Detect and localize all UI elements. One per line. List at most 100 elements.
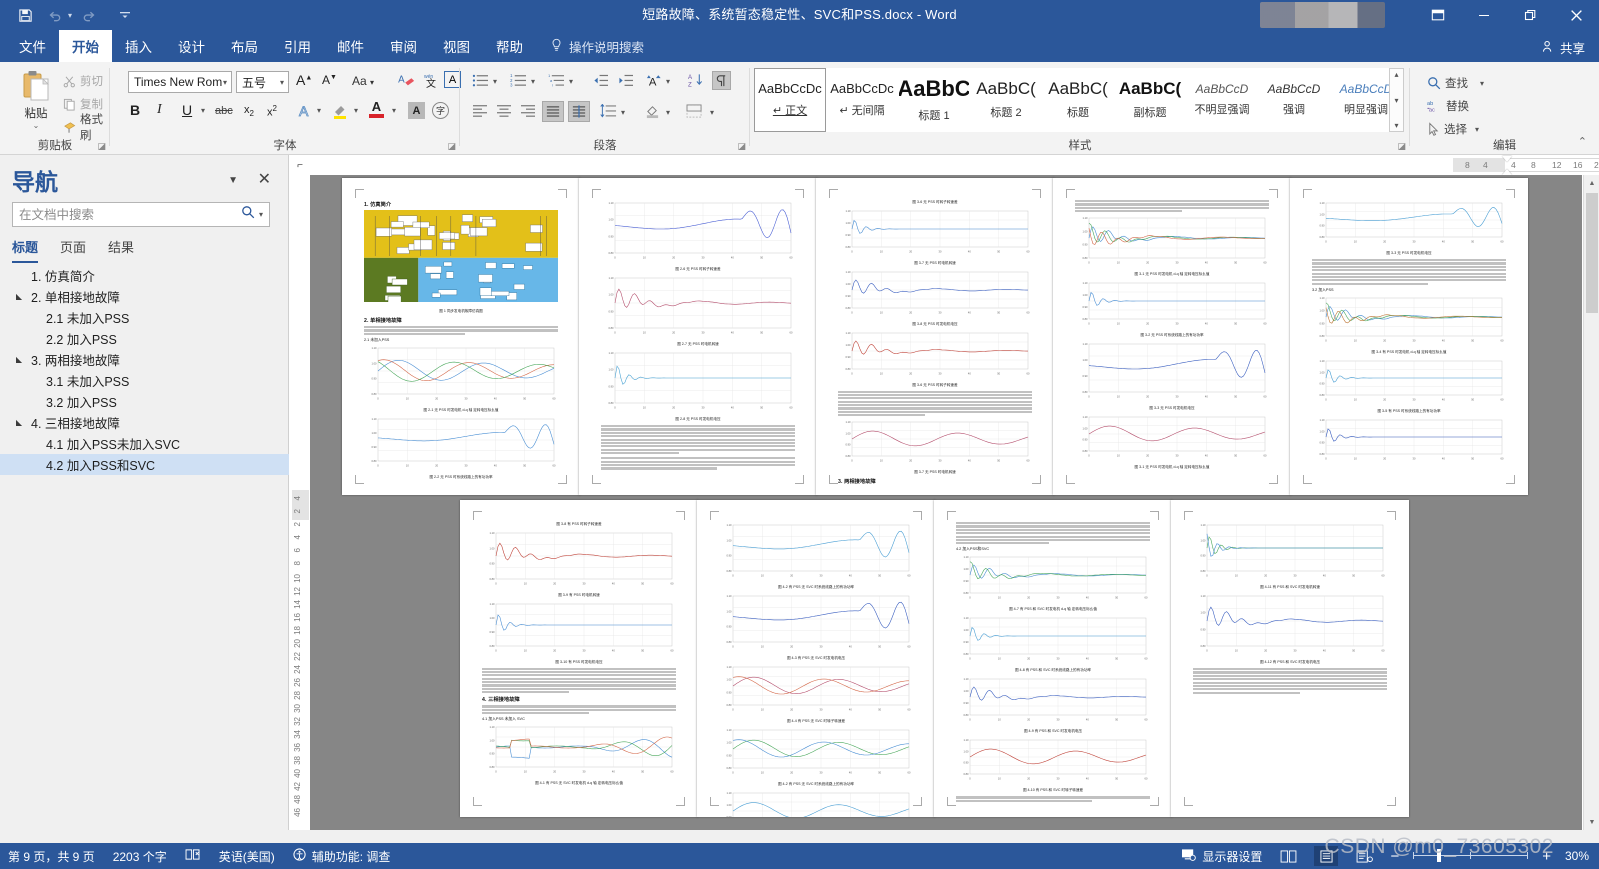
underline-button[interactable]: U <box>182 102 192 118</box>
document-page[interactable]: 4.2 加入PSS和SVC 0 10 20 30 40 50 60 1.10 1.00 0.90 0.… <box>934 500 1172 817</box>
text-effects-dropdown-icon[interactable]: ▾ <box>317 106 321 115</box>
font-color-button[interactable]: A <box>369 100 384 118</box>
phonetic-guide-button[interactable]: wén 文 <box>423 72 439 93</box>
proofing-errors-icon[interactable] <box>185 848 201 864</box>
restore-icon[interactable] <box>1507 0 1553 30</box>
select-dropdown-icon[interactable]: ▾ <box>1475 125 1479 134</box>
align-left-button[interactable] <box>472 104 488 123</box>
clipboard-dialog-launcher[interactable]: ◪ <box>97 141 106 152</box>
replace-button[interactable]: ab ac 替换 <box>1424 95 1472 117</box>
underline-dropdown-icon[interactable]: ▾ <box>201 106 205 115</box>
style-item-5[interactable]: AaBbC(副标题 <box>1114 68 1186 132</box>
search-icon[interactable] <box>237 205 259 224</box>
close-icon[interactable] <box>1553 0 1599 30</box>
line-spacing-dropdown-icon[interactable]: ▾ <box>621 108 625 117</box>
paste-dropdown-icon[interactable]: ⌄ <box>10 121 62 130</box>
paragraph-dialog-launcher[interactable]: ◪ <box>737 141 746 152</box>
nav-heading-item[interactable]: ◢ 2. 单相接地故障 <box>0 286 289 307</box>
style-scroll-up-icon[interactable]: ▴ <box>1394 70 1398 79</box>
enclose-characters-button[interactable]: 字 <box>432 102 449 119</box>
expand-collapse-triangle-icon[interactable]: ◢ <box>14 292 24 301</box>
italic-button[interactable]: I <box>157 102 162 118</box>
tell-me-search[interactable]: 操作说明搜索 <box>550 30 644 62</box>
chevron-down-icon[interactable]: ▾ <box>280 78 284 87</box>
minimize-icon[interactable] <box>1461 0 1507 30</box>
document-canvas[interactable]: 1. 仿真简介图 1 同步发电机故障仿真图 2. 单相接地故障 2.1 未加入PSS… <box>310 175 1582 830</box>
font-name-combo[interactable]: Times New Rom ▾ <box>128 71 232 93</box>
collapse-ribbon-button[interactable]: ⌃ <box>1578 135 1587 148</box>
tab-home[interactable]: 开始 <box>59 30 112 62</box>
grow-font-button[interactable]: A▲ <box>296 72 312 88</box>
font-color-dropdown-icon[interactable]: ▾ <box>392 106 396 115</box>
style-item-1[interactable]: AaBbCcDc ↵ 无间隔 <box>826 68 898 132</box>
document-page[interactable]: 0 10 20 30 40 50 60 1.10 1.00 0.90 0.80 图 4-11 有 PS… <box>1171 500 1409 817</box>
tab-layout[interactable]: 布局 <box>218 30 271 62</box>
read-mode-view-button[interactable] <box>1276 846 1300 866</box>
nav-tab-pages[interactable]: 页面 <box>60 237 86 263</box>
share-button[interactable]: 共享 <box>1542 38 1585 57</box>
language-status[interactable]: 英语(美国) <box>219 848 275 865</box>
document-page[interactable]: 图 3-6 无 PSS 时转子转速差 0 10 20 30 40 50 60 1.10 1.00 0… <box>816 178 1054 495</box>
subscript-button[interactable]: x2 <box>244 104 254 118</box>
align-center-button[interactable] <box>496 104 512 123</box>
search-input[interactable] <box>13 207 237 222</box>
horizontal-ruler[interactable]: ⌐ 84481216202428323642 <box>289 156 1599 175</box>
nav-heading-item[interactable]: ◢ 3. 两相接地故障 <box>0 349 289 370</box>
nav-heading-item[interactable]: 3.2 加入PSS <box>0 391 289 412</box>
search-options-chevron-icon[interactable]: ▾ <box>259 210 269 219</box>
strikethrough-button[interactable]: abc <box>215 105 233 117</box>
style-item-7[interactable]: AaBbCcD 强调 <box>1258 68 1330 132</box>
document-page[interactable]: 0 10 20 30 40 50 60 1.10 1.00 0.90 0.80 图 3-3 无 PSS… <box>1290 178 1528 495</box>
find-dropdown-icon[interactable]: ▾ <box>1480 79 1484 88</box>
navigation-close-icon[interactable]: ✕ <box>258 169 271 189</box>
expand-collapse-triangle-icon[interactable]: ◢ <box>14 355 24 364</box>
page-number-status[interactable]: 第 9 页，共 9 页 <box>8 848 95 865</box>
navigation-search-box[interactable]: ▾ <box>12 202 270 227</box>
cut-button[interactable]: 剪切 <box>60 70 106 92</box>
nav-heading-item[interactable]: 1. 仿真简介 <box>0 265 289 286</box>
nav-heading-item[interactable]: 2.2 加入PSS <box>0 328 289 349</box>
nav-tab-headings[interactable]: 标题 <box>12 237 39 263</box>
tab-review[interactable]: 审阅 <box>377 30 430 62</box>
tab-file[interactable]: 文件 <box>6 30 59 62</box>
ribbon-display-options-icon[interactable] <box>1415 0 1461 30</box>
sort-asian-button[interactable]: A <box>646 72 663 93</box>
character-shading-button[interactable]: A <box>408 102 425 119</box>
nav-heading-item[interactable]: 4.1 加入PSS未加入SVC <box>0 433 289 454</box>
change-case-button[interactable]: Aa ▾ <box>352 74 374 88</box>
bullets-dropdown-icon[interactable]: ▾ <box>493 77 497 86</box>
style-item-0[interactable]: AaBbCcDc ↵ 正文 <box>754 68 826 132</box>
vertical-scrollbar[interactable]: ▲ ▼ <box>1583 175 1599 830</box>
nav-heading-item[interactable]: 4.2 加入PSS和SVC <box>0 454 289 475</box>
multilevel-dropdown-icon[interactable]: ▾ <box>569 77 573 86</box>
bold-button[interactable]: B <box>130 102 140 118</box>
tab-insert[interactable]: 插入 <box>112 30 165 62</box>
multilevel-list-button[interactable]: 1ai <box>548 73 565 93</box>
increase-indent-button[interactable] <box>617 73 634 93</box>
text-highlight-button[interactable] <box>332 102 350 125</box>
document-page[interactable]: 图 3-8 有 PSS 时转子转速差 0 10 20 30 40 50 60 1.10 1.00 0… <box>460 500 698 817</box>
decrease-indent-button[interactable] <box>592 73 609 93</box>
line-spacing-button[interactable] <box>600 103 617 123</box>
show-formatting-marks-button[interactable] <box>712 71 731 90</box>
display-settings-button[interactable]: 显示器设置 <box>1181 848 1262 865</box>
font-size-combo[interactable]: 五号 ▾ <box>236 71 289 93</box>
expand-collapse-triangle-icon[interactable]: ◢ <box>14 418 24 427</box>
nav-heading-item[interactable]: 3.1 未加入PSS <box>0 370 289 391</box>
format-painter-button[interactable]: 格式刷 <box>60 114 110 142</box>
shading-button[interactable] <box>644 104 661 124</box>
clear-formatting-button[interactable]: A <box>398 72 416 93</box>
style-gallery-more-icon[interactable]: ▾ <box>1394 121 1398 130</box>
nav-heading-item[interactable]: 2.1 未加入PSS <box>0 307 289 328</box>
zoom-level-label[interactable]: 30% <box>1565 849 1589 863</box>
document-page[interactable]: 0 10 20 30 40 50 60 1.10 1.00 0.90 0.80 图 4-2 有 PSS… <box>697 500 935 817</box>
chevron-down-icon[interactable]: ▾ <box>223 78 227 87</box>
tab-references[interactable]: 引用 <box>271 30 324 62</box>
document-page[interactable]: 0 10 20 30 40 50 60 1.10 1.00 0.90 0.80 图 2-6 无 PSS… <box>579 178 817 495</box>
tab-help[interactable]: 帮助 <box>483 30 536 62</box>
highlight-dropdown-icon[interactable]: ▾ <box>354 106 358 115</box>
sort-button[interactable]: AZ <box>687 72 704 93</box>
style-item-2[interactable]: AaBbC 标题 1 <box>898 68 970 132</box>
style-scroll-down-icon[interactable]: ▾ <box>1394 96 1398 105</box>
scrollbar-thumb[interactable] <box>1586 193 1598 313</box>
